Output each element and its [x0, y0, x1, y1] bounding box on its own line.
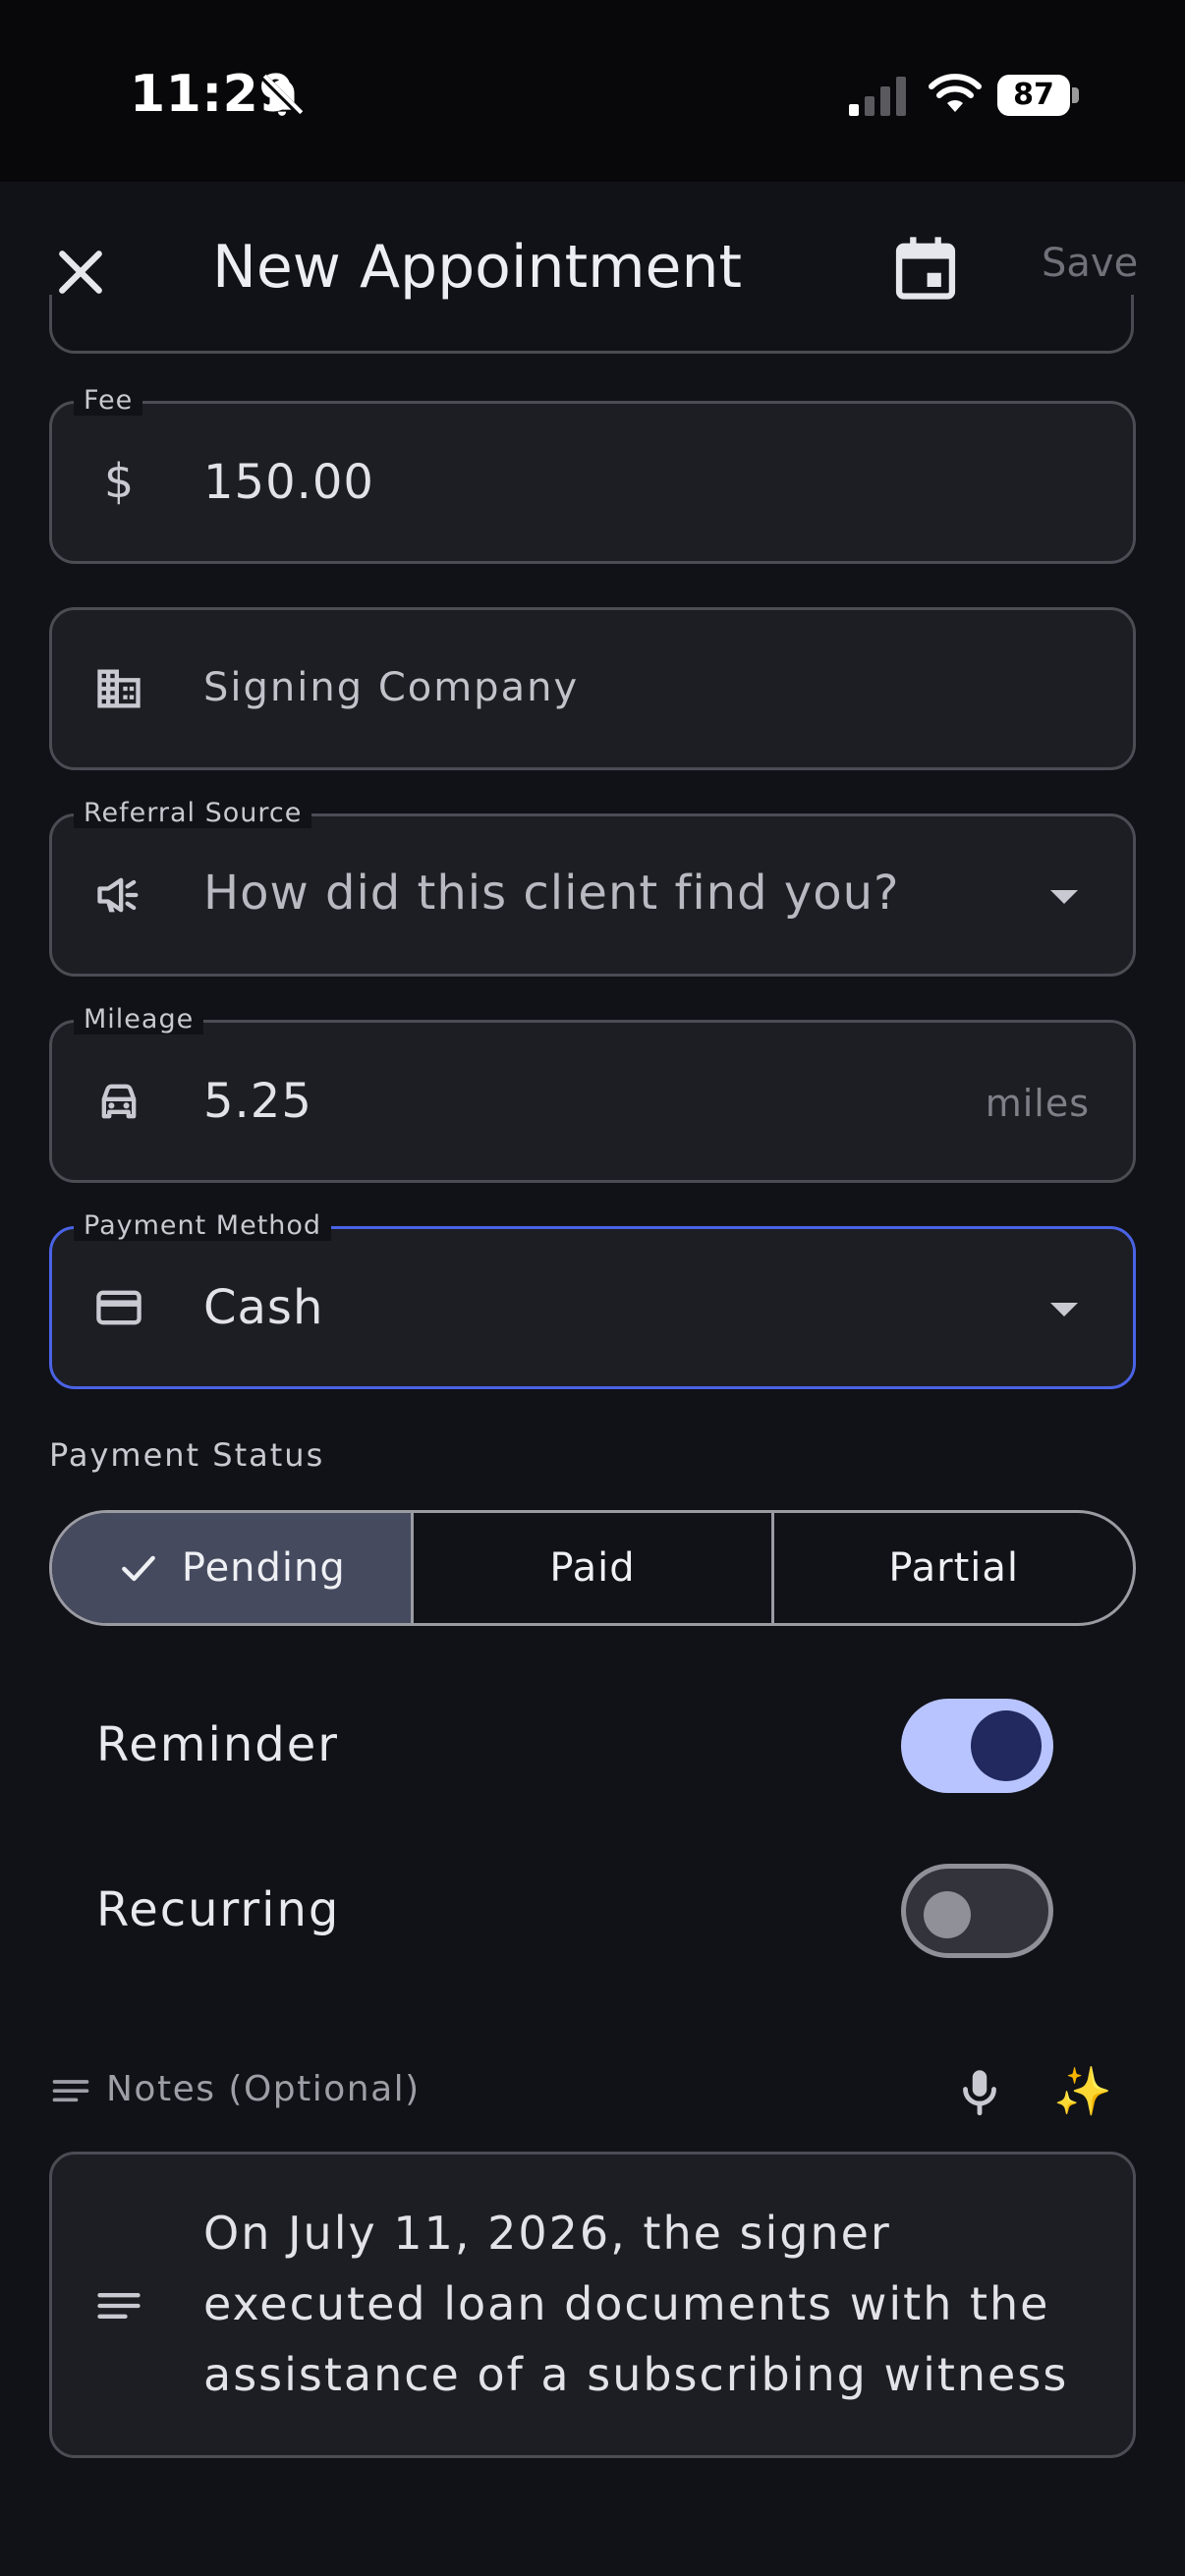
sparkle-icon[interactable]: ✨ — [1053, 2063, 1112, 2120]
chevron-down-icon[interactable] — [1046, 885, 1082, 909]
segment-paid-label: Paid — [549, 1545, 636, 1591]
page-title: New Appointment — [212, 233, 743, 302]
building-icon — [97, 669, 141, 708]
notes-label: Notes (Optional) — [106, 2069, 421, 2109]
notes-header: Notes (Optional) ✨ — [49, 2063, 1136, 2122]
payment-method-label: Payment Method — [74, 1211, 332, 1241]
bell-slash-icon — [260, 74, 304, 117]
segment-pending[interactable]: Pending — [52, 1513, 411, 1623]
mileage-unit: miles — [985, 1082, 1090, 1125]
save-button[interactable]: Save — [1042, 241, 1138, 286]
payment-method-value: Cash — [203, 1280, 324, 1335]
car-icon — [101, 1084, 137, 1119]
recurring-label: Recurring — [96, 1882, 341, 1937]
battery-icon: 87 — [997, 75, 1080, 116]
fee-label: Fee — [74, 386, 143, 416]
payment-method-select[interactable]: Payment Method Cash — [49, 1211, 1136, 1389]
notes-lines-icon — [97, 2293, 141, 2319]
reminder-label: Reminder — [96, 1717, 339, 1772]
fee-field[interactable]: Fee $ 150.00 — [49, 386, 1136, 564]
segment-pending-label: Pending — [181, 1545, 346, 1591]
mileage-field[interactable]: Mileage 5.25 miles — [49, 1005, 1136, 1183]
cellular-signal-icon — [849, 77, 906, 116]
segment-partial-label: Partial — [888, 1545, 1020, 1591]
battery-level: 87 — [997, 75, 1070, 116]
chevron-down-icon[interactable] — [1046, 1298, 1082, 1321]
fee-value: 150.00 — [203, 455, 374, 510]
referral-source-placeholder: How did this client find you? — [203, 866, 900, 921]
reminder-toggle[interactable] — [901, 1699, 1053, 1793]
notes-textarea[interactable]: On July 11, 2026, the signer executed lo… — [49, 2152, 1136, 2458]
payment-status-label: Payment Status — [49, 1436, 325, 1474]
status-bar: 11:29 87 — [0, 0, 1185, 182]
signing-company-placeholder: Signing Company — [203, 665, 580, 710]
recurring-toggle[interactable] — [901, 1864, 1053, 1958]
checkmark-icon — [122, 1555, 155, 1582]
referral-source-label: Referral Source — [74, 799, 312, 828]
referral-source-field[interactable]: Referral Source How did this client find… — [49, 799, 1136, 977]
notes-lines-icon — [52, 2080, 89, 2102]
previous-field-edge — [49, 295, 1134, 354]
wifi-icon — [929, 74, 982, 112]
credit-card-icon — [96, 1290, 141, 1325]
microphone-icon[interactable] — [951, 2063, 1008, 2120]
signing-company-field[interactable]: Signing Company — [49, 607, 1136, 770]
mileage-value: 5.25 — [203, 1074, 312, 1129]
payment-status-segmented-control: Pending Paid Partial — [49, 1510, 1136, 1626]
mileage-label: Mileage — [74, 1005, 204, 1035]
toggle-knob — [971, 1710, 1042, 1781]
segment-partial[interactable]: Partial — [771, 1513, 1133, 1623]
segment-paid[interactable]: Paid — [410, 1513, 772, 1623]
toggle-knob — [924, 1891, 971, 1938]
megaphone-icon — [97, 877, 139, 913]
svg-text:$: $ — [104, 457, 134, 508]
dollar-icon: $ — [104, 457, 134, 508]
notes-text: On July 11, 2026, the signer executed lo… — [203, 2207, 1069, 2401]
